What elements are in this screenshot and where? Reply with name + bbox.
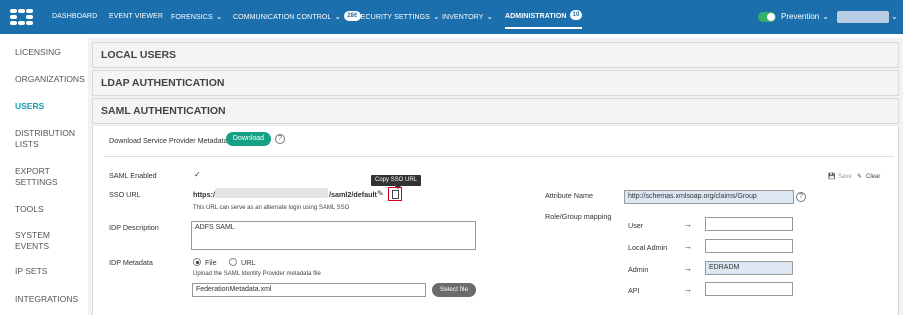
chevron-down-icon: ⌄ [215,12,223,21]
attribute-name-label: Attribute Name [545,191,593,200]
sso-url-suffix: /saml2/default [329,190,377,199]
sidebar-item-tools[interactable]: TOOLS [15,204,44,215]
admin-sidebar: LICENSING ORGANIZATIONS USERS DISTRIBUTI… [0,34,85,315]
sidebar-item-export-settings[interactable]: EXPORT SETTINGS [15,166,65,188]
prevention-mode-dropdown[interactable]: Prevention ⌄ [781,0,829,34]
top-navigation-bar: DASHBOARD EVENT VIEWER FORENSICS ⌄ COMMUN… [0,0,903,34]
section-local-users[interactable]: LOCAL USERS [92,42,899,68]
arrow-right-icon: → [683,263,692,273]
notification-badge: 10 [569,10,583,21]
redacted-hostname [215,188,328,198]
edit-icon[interactable]: ✎ [377,189,384,198]
help-icon[interactable]: ? [275,134,285,144]
chevron-down-icon[interactable]: ⌄ [891,0,898,34]
copy-icon[interactable] [388,187,402,201]
clear-button[interactable]: Clear [866,174,880,180]
save-button[interactable]: Save [838,174,852,180]
user-account-menu[interactable] [837,11,889,23]
nav-communication-control-label: COMMUNICATION CONTROL [233,14,332,21]
role-local-admin-label: Local Admin [628,243,668,252]
nav-dashboard-label: DASHBOARD [52,13,98,20]
role-local-admin-input[interactable] [705,239,793,253]
nav-dashboard[interactable]: DASHBOARD [52,0,97,34]
role-group-mapping-label: Role/Group mapping [545,212,612,221]
sidebar-item-users[interactable]: USERS [15,101,44,112]
radio-file[interactable] [193,258,201,266]
nav-inventory[interactable]: INVENTORY ⌄ [442,0,493,34]
nav-security-settings[interactable]: SECURITY SETTINGS ⌄ [356,0,440,34]
role-user-label: User [628,221,644,230]
download-metadata-label: Download Service Provider Metadata [109,136,228,145]
chevron-down-icon: ⌄ [486,12,494,21]
metadata-file-input[interactable]: FederationMetadata.xml [192,283,426,297]
role-admin-label: Admin [628,265,649,274]
clear-icon[interactable]: ✎ [857,173,862,180]
section-divider [104,156,894,157]
attribute-name-input[interactable]: http://schemas.xmlsoap.org/claims/Group [624,190,794,204]
idp-description-field[interactable]: ADFS SAML [191,221,476,250]
upload-note: Upload the SAML Identity Provider metada… [193,271,321,277]
role-user-input[interactable] [705,217,793,231]
saml-enabled-checkmark[interactable]: ✓ [194,170,201,179]
select-file-button[interactable]: Select file [432,283,476,297]
download-button[interactable]: Download [226,132,271,146]
radio-file-label: File [205,258,217,267]
sidebar-item-distribution-lists[interactable]: DISTRIBUTION LISTS [15,128,79,150]
radio-url[interactable] [229,258,237,266]
nav-inventory-label: INVENTORY [442,14,484,21]
arrow-right-icon: → [683,219,692,229]
nav-forensics[interactable]: FORENSICS ⌄ [171,0,223,34]
idp-description-label: IDP Description [109,223,159,232]
fortinet-logo-icon[interactable] [10,9,34,25]
sso-url-prefix: https:// [193,190,217,199]
nav-communication-control[interactable]: COMMUNICATION CONTROL ⌄ 286 [233,0,361,34]
nav-forensics-label: FORENSICS [171,14,213,21]
help-icon[interactable]: ? [796,192,806,202]
saml-enabled-label: SAML Enabled [109,171,157,180]
sso-url-label: SSO URL [109,190,141,199]
role-admin-input[interactable]: EDRADM [705,261,793,275]
nav-security-settings-label: SECURITY SETTINGS [356,14,430,21]
sidebar-item-ip-sets[interactable]: IP SETS [15,266,47,277]
sso-url-note: This URL can serve as an alternate login… [193,205,350,211]
idp-metadata-label: IDP Metadata [109,258,153,267]
sidebar-item-integrations[interactable]: INTEGRATIONS [15,294,78,305]
save-icon[interactable]: 💾 [828,173,835,180]
nav-administration[interactable]: ADMINISTRATION 10 [505,0,583,34]
role-api-input[interactable] [705,282,793,296]
role-api-label: API [628,286,640,295]
chevron-down-icon: ⌄ [432,12,440,21]
nav-administration-label: ADMINISTRATION [505,13,567,20]
prevention-mode-label: Prevention [781,12,820,21]
section-saml-authentication[interactable]: SAML AUTHENTICATION [92,98,899,124]
copy-sso-tooltip: Copy SSO URL [371,175,422,189]
chevron-down-icon: ⌄ [334,12,342,21]
chevron-down-icon: ⌄ [822,12,829,21]
sidebar-item-system-events[interactable]: SYSTEM EVENTS [15,230,65,252]
sidebar-item-licensing[interactable]: LICENSING [15,47,61,58]
arrow-right-icon: → [683,241,692,251]
arrow-right-icon: → [683,284,692,294]
nav-event-viewer-label: EVENT VIEWER [109,13,163,20]
nav-event-viewer[interactable]: EVENT VIEWER [109,0,163,34]
radio-url-label: URL [241,258,256,267]
section-ldap-authentication[interactable]: LDAP AUTHENTICATION [92,70,899,96]
prevention-mode-toggle[interactable] [758,12,776,22]
sidebar-item-organizations[interactable]: ORGANIZATIONS [15,74,85,85]
